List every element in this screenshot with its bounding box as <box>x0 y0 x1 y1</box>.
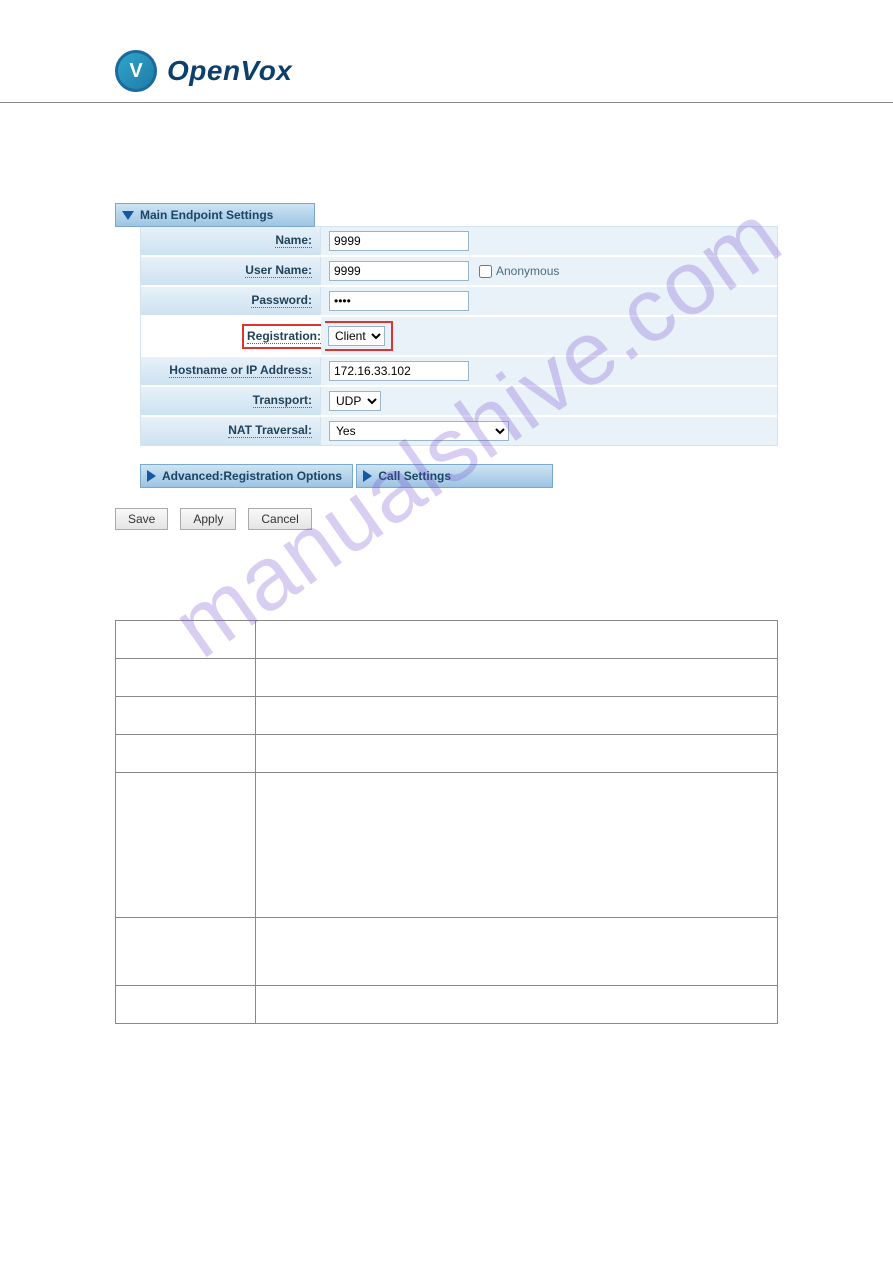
password-label: Password: <box>141 287 321 315</box>
table-row <box>116 621 778 659</box>
row-password: Password: <box>141 285 777 315</box>
main-endpoint-header[interactable]: Main Endpoint Settings <box>115 203 315 227</box>
transport-label: Transport: <box>141 387 321 415</box>
table-row <box>116 986 778 1024</box>
call-settings-header[interactable]: Call Settings <box>356 464 553 488</box>
transport-select[interactable]: UDP <box>329 391 381 411</box>
cancel-button[interactable]: Cancel <box>248 508 311 530</box>
row-username: User Name: Anonymous <box>141 255 777 285</box>
table-row <box>116 659 778 697</box>
advanced-title: Advanced:Registration Options <box>162 469 342 483</box>
table-row <box>116 735 778 773</box>
registration-highlight-value: Client <box>325 321 393 351</box>
row-hostname: Hostname or IP Address: <box>141 355 777 385</box>
anonymous-label: Anonymous <box>496 264 559 278</box>
expand-icon <box>363 470 372 482</box>
row-transport: Transport: UDP <box>141 385 777 415</box>
call-settings-title: Call Settings <box>378 469 451 483</box>
button-row: Save Apply Cancel <box>115 508 778 530</box>
row-nat: NAT Traversal: Yes <box>141 415 777 445</box>
password-input[interactable] <box>329 291 469 311</box>
row-registration: Registration: Client <box>141 315 777 355</box>
table-row <box>116 773 778 918</box>
anonymous-checkbox-wrap[interactable]: Anonymous <box>479 264 559 278</box>
apply-button[interactable]: Apply <box>180 508 236 530</box>
advanced-registration-header[interactable]: Advanced:Registration Options <box>140 464 353 488</box>
expand-icon <box>147 470 156 482</box>
table-row <box>116 697 778 735</box>
nat-label: NAT Traversal: <box>141 417 321 445</box>
registration-highlight: Registration: <box>242 324 321 349</box>
nat-select[interactable]: Yes <box>329 421 509 441</box>
hostname-input[interactable] <box>329 361 469 381</box>
anonymous-checkbox[interactable] <box>479 265 492 278</box>
save-button[interactable]: Save <box>115 508 168 530</box>
brand-name: OpenVox <box>167 55 292 87</box>
name-input[interactable] <box>329 231 469 251</box>
logo-icon <box>115 50 157 92</box>
hostname-label: Hostname or IP Address: <box>141 357 321 385</box>
name-label: Name: <box>141 227 321 255</box>
table-row <box>116 918 778 986</box>
main-endpoint-title: Main Endpoint Settings <box>140 208 273 222</box>
registration-label: Registration: <box>247 329 321 344</box>
settings-table: Name: User Name: Anonymous Password: <box>140 226 778 446</box>
description-table <box>115 620 778 1024</box>
registration-select[interactable]: Client <box>328 326 385 346</box>
settings-screenshot: Main Endpoint Settings Name: User Name: … <box>115 203 778 530</box>
brand-logo: OpenVox <box>115 50 778 92</box>
collapse-icon <box>122 211 134 220</box>
page-header: OpenVox <box>0 50 893 103</box>
row-name: Name: <box>141 227 777 255</box>
username-label: User Name: <box>141 257 321 285</box>
username-input[interactable] <box>329 261 469 281</box>
